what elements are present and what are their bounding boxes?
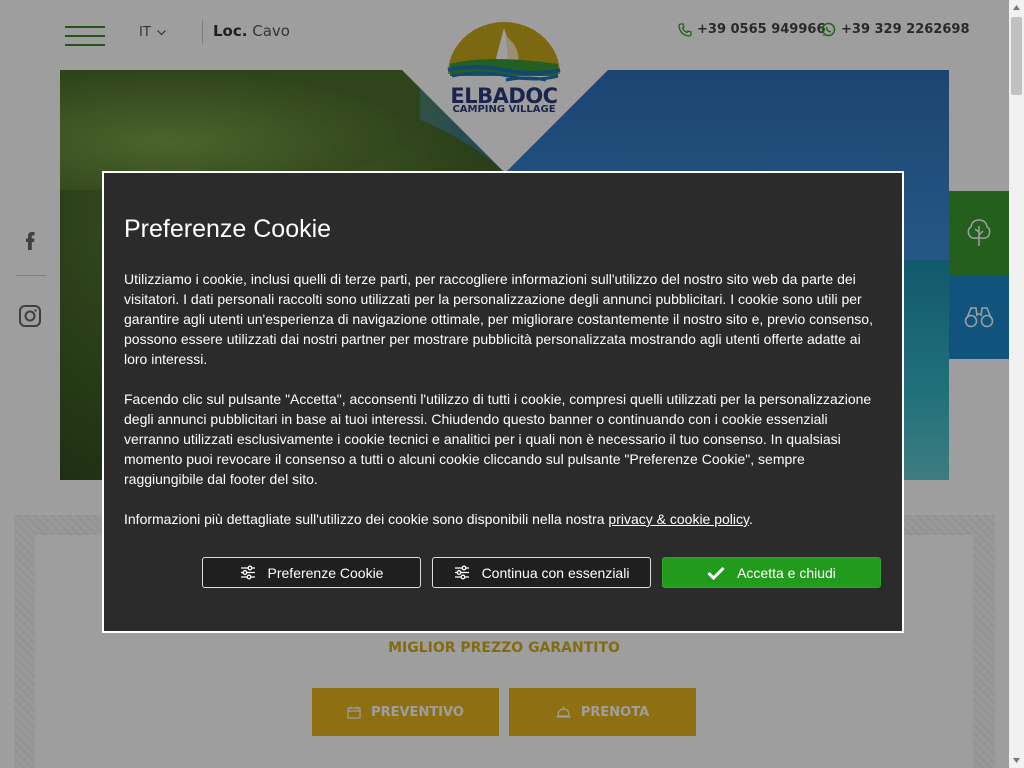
cookie-text-consent: Facendo clic sul pulsante "Accetta", acc… [124,391,872,487]
cookie-info-suffix: . [748,511,753,527]
cookie-preferences-button[interactable]: Preferenze Cookie [202,557,421,588]
cookie-text-info: Informazioni più dettagliate sull'utiliz… [124,509,876,529]
page-scrollbar[interactable] [1009,0,1024,768]
privacy-policy-link[interactable]: privacy & cookie policy [608,511,749,527]
scrollbar-thumb[interactable] [1011,17,1022,95]
cookie-accept-label: Accetta e chiudi [737,564,836,581]
cookie-preferences-label: Preferenze Cookie [267,564,384,581]
cookie-accept-button[interactable]: Accetta e chiudi [662,557,881,588]
checkmark-icon [707,566,725,580]
cookie-dialog-title: Preferenze Cookie [124,215,332,243]
sliders-icon [240,565,255,580]
cookie-dialog: Preferenze Cookie Utilizziamo i cookie, … [102,171,904,633]
scroll-down-arrow[interactable] [1009,753,1024,768]
cookie-essentials-button[interactable]: Continua con essenziali [432,557,651,588]
scroll-up-arrow[interactable] [1009,0,1024,15]
cookie-text-usage: Utilizziamo i cookie, inclusi quelli di … [124,271,873,367]
cookie-essentials-label: Continua con essenziali [481,564,630,581]
sliders-icon [454,565,469,580]
page: IT Loc. Cavo +39 0565 949966 +39 329 226… [0,0,1009,768]
cookie-info-prefix: Informazioni più dettagliate sull'utiliz… [124,511,609,527]
